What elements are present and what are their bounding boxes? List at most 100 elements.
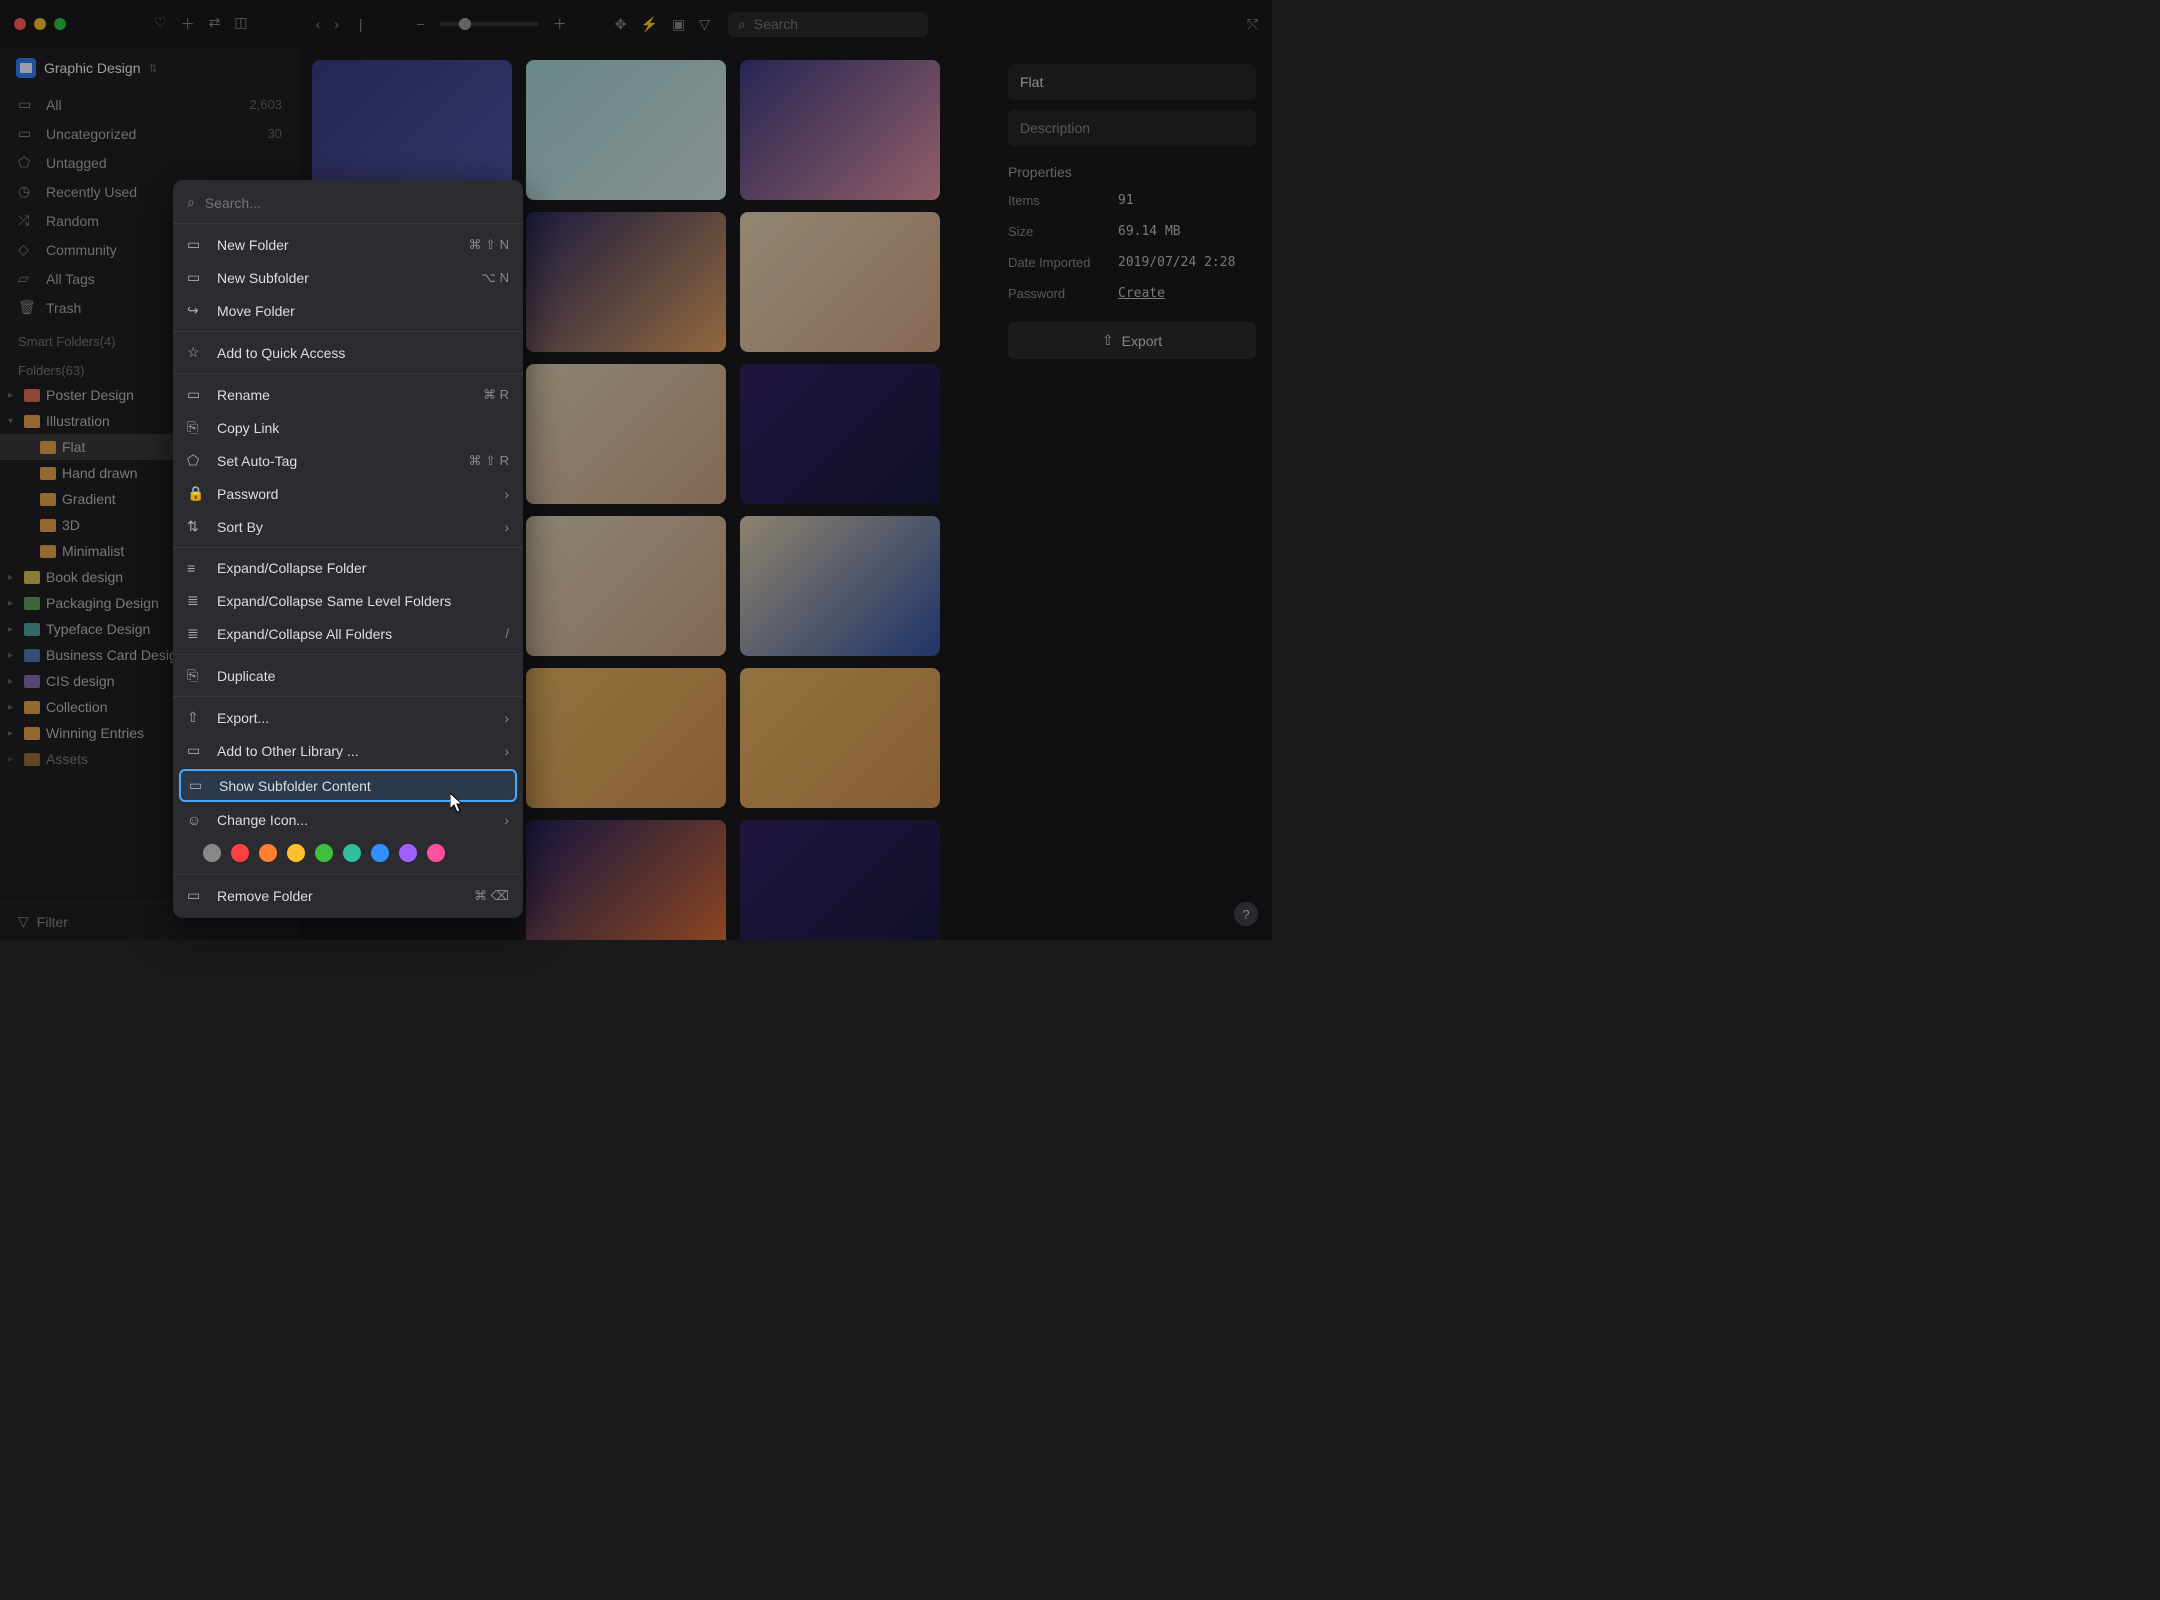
minimize-window[interactable] <box>34 18 46 30</box>
color-swatch[interactable] <box>231 844 249 862</box>
color-swatch[interactable] <box>287 844 305 862</box>
search-input[interactable] <box>754 16 918 32</box>
cm-expand-same-level[interactable]: ≣Expand/Collapse Same Level Folders <box>173 584 523 617</box>
tag-icon: ⬠ <box>187 452 205 469</box>
chevron-icon[interactable] <box>8 416 18 427</box>
library-icon <box>16 58 36 78</box>
panel-icon[interactable]: ◫ <box>234 14 247 34</box>
cm-quick-access[interactable]: ☆Add to Quick Access <box>173 336 523 369</box>
titlebar: ♡ ＋ ⇄ ◫ ‹ › | − ＋ ✥ ⚡ ▣ ▽ ⌕ ⤲ <box>0 0 1272 48</box>
thumbnail[interactable] <box>526 668 726 808</box>
folder-icon <box>24 675 40 688</box>
thumbnail[interactable] <box>740 820 940 940</box>
cm-show-subfolder-content[interactable]: ▭Show Subfolder Content <box>179 769 517 802</box>
color-swatch[interactable] <box>427 844 445 862</box>
library-selector[interactable]: Graphic Design ⇅ <box>0 48 300 88</box>
chevron-icon[interactable] <box>8 624 18 635</box>
chevron-icon[interactable] <box>8 702 18 713</box>
export-button[interactable]: ⇧Export <box>1008 322 1256 359</box>
folder-icon <box>24 727 40 740</box>
thumbnail[interactable] <box>740 212 940 352</box>
zoom-slider[interactable] <box>439 22 539 26</box>
cm-rename[interactable]: ▭Rename⌘ R <box>173 378 523 411</box>
thumbnail[interactable] <box>526 516 726 656</box>
filter-icon[interactable]: ▽ <box>699 16 710 33</box>
thumbnail[interactable] <box>526 364 726 504</box>
chevron-icon[interactable] <box>8 728 18 739</box>
folder-icon <box>24 597 40 610</box>
cm-sort-by[interactable]: ⇅Sort By› <box>173 510 523 543</box>
extension-icon[interactable]: ✥ <box>615 16 627 33</box>
plus-icon[interactable]: ＋ <box>181 14 195 34</box>
folder-icon <box>24 701 40 714</box>
folder-icon: ▭ <box>18 125 36 142</box>
toolbar-left: ♡ ＋ ⇄ ◫ <box>154 14 248 34</box>
bolt-icon[interactable]: ⚡ <box>640 16 657 33</box>
cm-auto-tag[interactable]: ⬠Set Auto-Tag⌘ ⇧ R <box>173 444 523 477</box>
thumbnail[interactable] <box>526 820 726 940</box>
maximize-window[interactable] <box>54 18 66 30</box>
cm-new-folder[interactable]: ▭New Folder⌘ ⇧ N <box>173 228 523 261</box>
layout-icon[interactable]: ▣ <box>672 16 685 33</box>
nav-all[interactable]: ▭All2,603 <box>0 90 300 119</box>
context-search[interactable]: ⌕ <box>173 186 523 219</box>
color-swatch[interactable] <box>343 844 361 862</box>
chevron-icon[interactable] <box>8 390 18 401</box>
bell-icon[interactable]: ♡ <box>154 14 167 34</box>
back-icon[interactable]: ‹ <box>316 16 321 32</box>
nav-untagged[interactable]: ⬠Untagged <box>0 148 300 177</box>
thumbnail[interactable] <box>740 60 940 200</box>
color-swatch[interactable] <box>259 844 277 862</box>
cm-expand-all[interactable]: ≣Expand/Collapse All Folders/ <box>173 617 523 650</box>
cm-add-other-library[interactable]: ▭Add to Other Library ...› <box>173 734 523 767</box>
chevron-icon[interactable] <box>8 754 18 765</box>
remove-folder-icon: ▭ <box>187 887 205 904</box>
search-bar[interactable]: ⌕ <box>728 12 928 37</box>
zoom-out-icon[interactable]: − <box>417 16 425 32</box>
swap-icon[interactable]: ⇄ <box>209 14 221 34</box>
chevron-icon[interactable] <box>8 676 18 687</box>
color-swatch[interactable] <box>203 844 221 862</box>
filter-icon: ▽ <box>18 913 29 930</box>
search-icon: ⌕ <box>738 16 746 33</box>
cm-copy-link[interactable]: ⎘Copy Link <box>173 411 523 444</box>
thumbnail[interactable] <box>740 516 940 656</box>
folder-title-input[interactable]: Flat <box>1008 64 1256 100</box>
folder-description-input[interactable]: Description <box>1008 110 1256 146</box>
close-window[interactable] <box>14 18 26 30</box>
expand-icon: ≣ <box>187 625 205 642</box>
thumbnail[interactable] <box>740 668 940 808</box>
thumbnail[interactable] <box>526 212 726 352</box>
chevron-right-icon: › <box>504 743 509 759</box>
color-swatch[interactable] <box>371 844 389 862</box>
toolbar-center: ‹ › | − ＋ <box>316 14 567 34</box>
create-password-link[interactable]: Create <box>1118 286 1165 301</box>
help-button[interactable]: ? <box>1234 902 1258 926</box>
thumbnail[interactable] <box>740 364 940 504</box>
cm-password[interactable]: 🔒Password› <box>173 477 523 510</box>
star-icon: ☆ <box>187 344 205 361</box>
smiley-icon: ☺ <box>187 812 205 828</box>
cm-export[interactable]: ⇧Export...› <box>173 701 523 734</box>
pin-icon[interactable]: ⤲ <box>1247 16 1258 33</box>
zoom-in-icon[interactable]: ＋ <box>553 14 567 34</box>
nav-uncategorized[interactable]: ▭Uncategorized30 <box>0 119 300 148</box>
thumbnail[interactable] <box>312 60 512 200</box>
color-swatch[interactable] <box>315 844 333 862</box>
cm-duplicate[interactable]: ⎘Duplicate <box>173 659 523 692</box>
chevron-icon[interactable] <box>8 650 18 661</box>
color-swatch[interactable] <box>399 844 417 862</box>
cm-change-icon[interactable]: ☺Change Icon...› <box>173 804 523 836</box>
thumbnail[interactable] <box>526 60 726 200</box>
forward-icon[interactable]: › <box>334 16 339 32</box>
trash-icon: 🗑 <box>18 299 36 316</box>
folder-icon <box>24 623 40 636</box>
chevron-icon[interactable] <box>8 572 18 583</box>
cm-move-folder[interactable]: ↪Move Folder <box>173 294 523 327</box>
cm-remove-folder[interactable]: ▭Remove Folder⌘ ⌫ <box>173 879 523 912</box>
cm-expand-collapse[interactable]: ≡Expand/Collapse Folder <box>173 552 523 584</box>
context-search-input[interactable] <box>205 195 509 211</box>
folder-icon <box>40 545 56 558</box>
chevron-icon[interactable] <box>8 598 18 609</box>
cm-new-subfolder[interactable]: ▭New Subfolder⌥ N <box>173 261 523 294</box>
